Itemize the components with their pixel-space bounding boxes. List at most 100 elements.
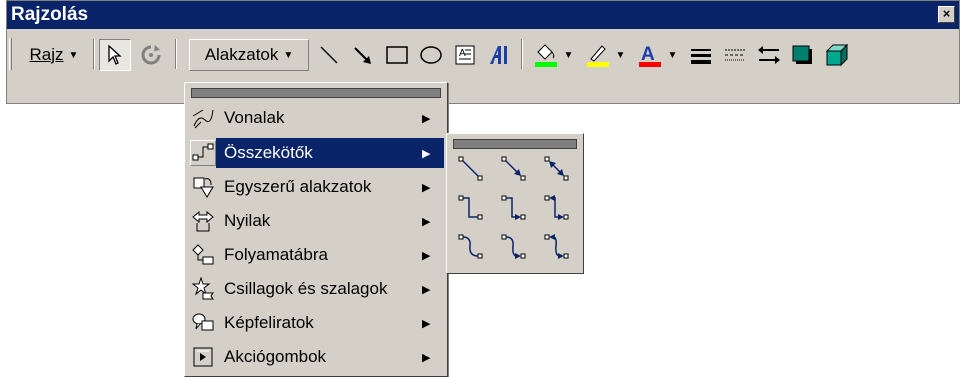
rectangle-button[interactable]	[381, 39, 413, 71]
shadow-icon	[792, 45, 812, 64]
arrow-button[interactable]	[347, 39, 379, 71]
svg-text:A: A	[459, 48, 466, 59]
arrow-style-button[interactable]	[753, 39, 785, 71]
straight-arrow-connector-button[interactable]	[496, 152, 532, 186]
connectors-icon	[190, 140, 216, 166]
curved-arrow-connector-icon	[501, 234, 526, 259]
stars-banners-icon	[190, 276, 216, 302]
shapes-menu-button[interactable]: Alakzatok ▼	[189, 39, 309, 71]
curved-double-arrow-connector-icon	[544, 234, 569, 259]
elbow-double-arrow-connector-button[interactable]	[539, 191, 575, 225]
submenu-arrow-icon: ▶	[422, 215, 431, 228]
chevron-down-icon: ▼	[667, 49, 678, 61]
oval-button[interactable]	[415, 39, 447, 71]
menu-item-label: Nyilak	[224, 211, 271, 230]
wordart-button[interactable]	[483, 39, 515, 71]
chevron-down-icon: ▼	[563, 49, 574, 61]
dash-style-icon	[725, 49, 745, 61]
menu-item-flowchart[interactable]: Folyamatábra ▶	[188, 240, 444, 270]
rectangle-icon	[386, 46, 408, 64]
select-objects-button[interactable]	[99, 39, 131, 71]
straight-double-arrow-connector-button[interactable]	[539, 152, 575, 186]
lines-icon	[190, 105, 216, 131]
flowchart-icon	[190, 242, 216, 268]
connectors-submenu	[446, 133, 584, 274]
curved-double-arrow-connector-button[interactable]	[539, 230, 575, 264]
line-color-button[interactable]: ▼	[581, 39, 629, 71]
free-rotate-icon	[141, 45, 161, 65]
submenu-arrow-icon: ▶	[422, 317, 431, 330]
submenu-arrow-icon: ▶	[422, 283, 431, 296]
text-box-icon: A	[455, 45, 475, 65]
line-icon	[320, 46, 338, 64]
text-box-button[interactable]: A	[449, 39, 481, 71]
fill-color-button[interactable]: ▼	[529, 39, 577, 71]
elbow-arrow-connector-button[interactable]	[496, 191, 532, 225]
arrow-style-icon	[758, 46, 780, 64]
menu-item-label: Képfeliratok	[224, 313, 314, 332]
menu-item-basic-shapes[interactable]: Egyszerű alakzatok ▶	[188, 172, 444, 202]
shadow-button[interactable]	[787, 39, 819, 71]
straight-connector-button[interactable]	[453, 152, 489, 186]
font-color-button[interactable]: A ▼	[633, 39, 681, 71]
select-pointer-icon	[108, 44, 122, 65]
free-rotate-button[interactable]	[135, 39, 167, 71]
chevron-down-icon: ▼	[283, 49, 294, 61]
menu-item-connectors[interactable]: Összekötők ▶	[188, 138, 444, 168]
line-style-icon	[691, 49, 711, 64]
draw-menu-button[interactable]: Rajz ▼	[19, 39, 89, 71]
toolbar-row: Rajz ▼ Alakzatok ▼ A ▼ ▼ A ▼	[7, 29, 959, 79]
action-buttons-icon	[190, 344, 216, 370]
arrow-icon	[354, 47, 371, 64]
menu-item-label: Folyamatábra	[224, 245, 328, 264]
straight-connector-icon	[458, 156, 483, 181]
drawing-toolbar: Rajzolás × Rajz ▼ Alakzatok ▼ A ▼ ▼ A ▼	[6, 0, 960, 104]
straight-arrow-connector-icon	[501, 156, 526, 181]
menu-item-lines[interactable]: Vonalak ▶	[188, 103, 444, 133]
chevron-down-icon: ▼	[68, 49, 79, 61]
line-color-icon	[586, 45, 609, 67]
submenu-arrow-icon: ▶	[422, 112, 431, 125]
elbow-connector-icon	[458, 195, 483, 220]
curved-arrow-connector-button[interactable]	[496, 230, 532, 264]
fill-color-icon	[534, 44, 557, 67]
line-button[interactable]	[313, 39, 345, 71]
draw-menu-label: Rajz	[29, 45, 64, 64]
svg-text:A: A	[641, 44, 655, 65]
separator	[521, 39, 523, 69]
toolbar-title: Rajzolás	[11, 4, 89, 25]
toolbar-titlebar[interactable]: Rajzolás ×	[7, 1, 959, 29]
submenu-arrow-icon: ▶	[422, 249, 431, 262]
elbow-double-arrow-connector-icon	[544, 195, 569, 220]
submenu-arrow-icon: ▶	[422, 181, 431, 194]
menu-item-label: Összekötők	[224, 143, 313, 162]
submenu-tear-off-handle[interactable]	[453, 139, 577, 149]
menu-item-block-arrows[interactable]: Nyilak ▶	[188, 206, 444, 236]
curved-connector-button[interactable]	[453, 230, 489, 264]
shapes-menu: Vonalak ▶ Összekötők ▶ Egyszerű alakzato…	[184, 82, 448, 377]
oval-icon	[420, 46, 442, 64]
font-color-icon: A	[638, 44, 661, 67]
wordart-icon	[490, 46, 507, 64]
elbow-arrow-connector-icon	[501, 195, 526, 220]
callouts-icon	[190, 310, 216, 336]
menu-tear-off-handle[interactable]	[191, 88, 441, 98]
straight-double-arrow-connector-icon	[544, 156, 569, 181]
basic-shapes-icon	[190, 174, 216, 200]
separator	[93, 39, 95, 69]
block-arrows-icon	[190, 208, 216, 234]
submenu-arrow-icon: ▶	[422, 147, 431, 160]
menu-item-callouts[interactable]: Képfeliratok ▶	[188, 308, 444, 338]
close-button[interactable]: ×	[938, 6, 955, 23]
elbow-connector-button[interactable]	[453, 191, 489, 225]
toolbar-grip[interactable]	[9, 38, 12, 70]
menu-item-stars-banners[interactable]: Csillagok és szalagok ▶	[188, 274, 444, 304]
dash-style-button[interactable]	[719, 39, 751, 71]
menu-item-action-buttons[interactable]: Akciógombok ▶	[188, 342, 444, 372]
3d-icon	[825, 43, 849, 67]
menu-item-label: Vonalak	[224, 108, 285, 127]
3d-button[interactable]	[821, 39, 853, 71]
menu-item-label: Akciógombok	[224, 347, 327, 366]
line-style-button[interactable]	[685, 39, 717, 71]
separator	[175, 39, 177, 69]
